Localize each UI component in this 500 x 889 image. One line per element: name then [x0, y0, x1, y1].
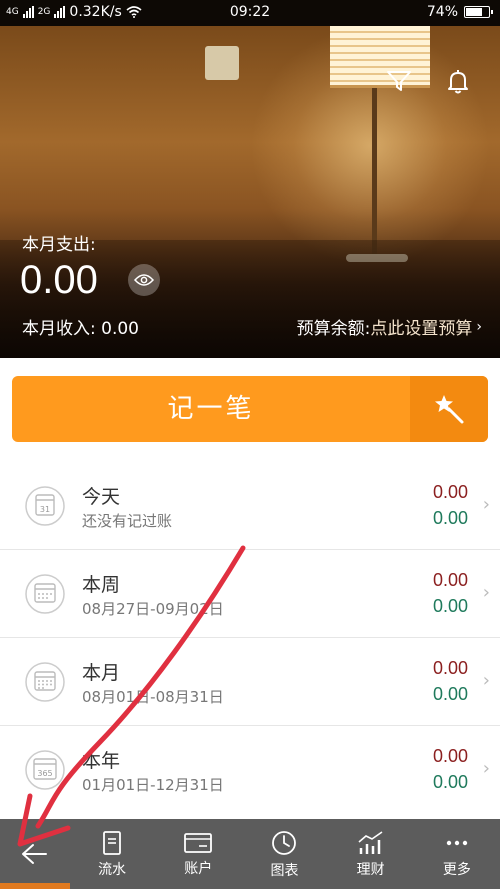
more-icon	[446, 840, 468, 845]
period-expense: 0.00	[432, 658, 468, 678]
battery-icon	[464, 6, 493, 18]
background-lamp-pole	[372, 88, 377, 256]
status-right: 74%	[426, 4, 493, 20]
period-expense: 0.00	[432, 482, 468, 502]
nav-label: 更多	[442, 861, 471, 878]
nav-item-chart[interactable]: 图表	[241, 819, 327, 889]
nav-label: 账户	[184, 860, 213, 877]
set-budget-link[interactable]: 点此设置预算	[370, 314, 472, 339]
period-row-week[interactable]: 本周 08月27日-09月02日 0.00 0.00 ›	[0, 550, 500, 638]
quick-record-button[interactable]	[410, 376, 488, 442]
period-title: 本年	[82, 750, 121, 772]
chevron-right-icon: ›	[476, 318, 482, 335]
monthly-expense-value: 0.00	[20, 258, 98, 302]
toggle-visibility-button[interactable]	[128, 264, 160, 296]
record-entry-label: 记一笔	[167, 394, 255, 424]
calendar-icon	[25, 574, 65, 614]
nav-item-account[interactable]: 账户	[155, 819, 241, 889]
period-income: 0.00	[432, 772, 468, 792]
period-title: 本周	[82, 574, 121, 596]
eye-icon	[134, 274, 154, 286]
monthly-income-value: 0.00	[101, 319, 139, 339]
nav-item-finance[interactable]: 理财	[328, 819, 414, 889]
period-expense: 0.00	[432, 746, 468, 766]
period-title: 今天	[82, 486, 121, 508]
period-subtitle: 还没有记过账	[82, 512, 173, 530]
active-tab-indicator	[0, 883, 70, 889]
background-outlet	[205, 46, 239, 80]
period-subtitle: 08月01日-08月31日	[82, 688, 224, 706]
budget-label: 预算余额:	[296, 319, 371, 339]
chevron-right-icon: ›	[482, 582, 490, 603]
monthly-income-label: 本月收入:	[22, 319, 96, 339]
monthly-expense-label: 本月支出:	[22, 235, 96, 255]
period-income: 0.00	[432, 508, 468, 528]
clock-chart-icon	[272, 830, 297, 855]
calendar-icon-text: 31	[40, 505, 50, 514]
filter-icon	[387, 71, 411, 91]
back-arrow-icon	[22, 844, 48, 864]
card-icon	[184, 832, 213, 853]
status-bar: 4G 2G 0.32K/s 09:22 74%	[0, 0, 500, 26]
period-row-today[interactable]: 31 今天 还没有记过账 0.00 0.00 ›	[0, 462, 500, 550]
nav-label: 流水	[98, 861, 127, 878]
chevron-right-icon: ›	[482, 494, 490, 515]
nav-item-more[interactable]: 更多	[414, 819, 500, 889]
list-icon	[103, 830, 121, 855]
nav-item-flow[interactable]: 流水	[69, 819, 155, 889]
calendar-icon: 31	[25, 486, 65, 526]
calendar-icon-text: 365	[37, 769, 52, 778]
budget-balance[interactable]: 预算余额: 点此设置预算 ›	[296, 314, 482, 340]
chevron-right-icon: ›	[482, 670, 490, 691]
period-subtitle: 01月01日-12月31日	[82, 776, 224, 794]
bottom-nav: 流水 账户 图表 理财 更多	[0, 819, 500, 889]
notification-button[interactable]	[441, 64, 475, 98]
summary-header: 本月支出: 0.00 本月收入: 0.00 预算余额: 点此设置预算 ›	[0, 26, 500, 358]
chevron-right-icon: ›	[482, 758, 490, 779]
period-income: 0.00	[432, 596, 468, 616]
period-title: 本月	[82, 662, 121, 684]
calendar-icon	[25, 662, 65, 702]
nav-label: 图表	[270, 862, 299, 879]
period-expense: 0.00	[432, 570, 468, 590]
monthly-income: 本月收入: 0.00	[22, 314, 139, 339]
record-entry-button[interactable]: 记一笔	[12, 376, 488, 442]
bell-icon	[448, 70, 468, 94]
clock: 09:22	[229, 4, 271, 20]
growth-chart-icon	[358, 830, 383, 854]
period-row-year[interactable]: 365 本年 01月01日-12月31日 0.00 0.00 ›	[0, 726, 500, 814]
period-subtitle: 08月27日-09月02日	[82, 600, 224, 618]
magic-wand-icon	[435, 395, 464, 424]
period-list: 31 今天 还没有记过账 0.00 0.00 › 本周 08月27日-09月02…	[0, 462, 500, 814]
nav-label: 理财	[356, 861, 385, 878]
filter-button[interactable]	[382, 64, 416, 98]
period-income: 0.00	[432, 684, 468, 704]
battery-percent: 74%	[426, 4, 458, 20]
calendar-icon: 365	[25, 750, 65, 790]
period-row-month[interactable]: 本月 08月01日-08月31日 0.00 0.00 ›	[0, 638, 500, 726]
back-button[interactable]	[0, 819, 69, 889]
